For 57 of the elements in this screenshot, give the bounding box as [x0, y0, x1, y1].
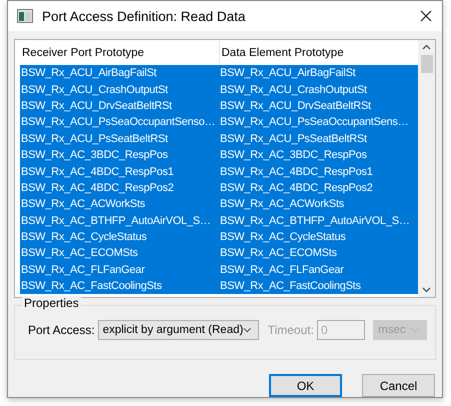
table-cell-text: BSW_Rx_ACU_DrvSeatBeltRSt	[20, 100, 173, 112]
table-cell-text: BSW_Rx_ACU_AirBagFailSt	[219, 67, 357, 80]
chevron-down-icon	[243, 327, 252, 333]
table-row[interactable]: BSW_Rx_AC_FLFanGear BSW_Rx_AC_FLFanGear	[20, 262, 418, 278]
port-access-dropdown[interactable]: explicit by argument (Read)	[98, 320, 259, 340]
table-row[interactable]: BSW_Rx_ACU_CrashOutputSt BSW_Rx_ACU_CrashOutputSt	[20, 81, 418, 98]
table-row[interactable]: BSW_Rx_ACU_DrvSeatBeltRSt BSW_Rx_ACU_DrvSeatBeltRSt	[20, 98, 418, 114]
table-cell-text: BSW_Rx_ACU_PsSeatBeltRSt	[219, 132, 368, 145]
table-row[interactable]: BSW_Rx_ACU_AirBagFailSt BSW_Rx_ACU_AirBagFailSt	[20, 65, 418, 82]
scroll-thumb[interactable]	[420, 55, 432, 73]
table-row[interactable]: BSW_Rx_AC_CycleStatus BSW_Rx_AC_CycleStatus	[20, 228, 418, 246]
window-title: Port Access Definition: Read Data	[42, 8, 246, 24]
scroll-down-icon[interactable]	[422, 287, 431, 293]
table-cell-text: BSW_Rx_AC_FastCoolingSts	[219, 280, 362, 292]
table-cell-text: BSW_Rx_AC_3BDC_RespPos	[219, 149, 368, 162]
table-cell-text: BSW_Rx_AC_4BDC_RespPos2	[20, 182, 175, 194]
table-cell-text: BSW_Rx_AC_BTHFP_AutoAirVOL_S…	[20, 214, 212, 227]
table-cell-text: BSW_Rx_AC_BTHFP_AutoAirVOL_S…	[219, 214, 411, 227]
table-cell-text: BSW_Rx_AC_CycleStatus	[219, 231, 347, 244]
table-row[interactable]: BSW_Rx_AC_BTHFP_AutoAirVOL_S… BSW_Rx_AC_BTHFP_AutoAirVOL_S…	[20, 212, 418, 229]
table-cell-text: BSW_Rx_AC_ECOMSts	[20, 247, 139, 260]
table-cell-text: BSW_Rx_AC_4BDC_RespPos1	[219, 166, 374, 178]
table-cell-text: BSW_Rx_AC_ACWorkSts	[20, 198, 146, 210]
table-row[interactable]: BSW_Rx_AC_3BDC_RespPos BSW_Rx_AC_3BDC_RespPos	[20, 146, 418, 164]
table-cell-text: BSW_Rx_AC_3BDC_RespPos	[20, 149, 169, 162]
table-row[interactable]: BSW_Rx_AC_4BDC_RespPos2 BSW_Rx_AC_4BDC_RespPos2	[20, 180, 418, 196]
table-row[interactable]: BSW_Rx_ACU_PsSeatBeltRSt BSW_Rx_ACU_PsSeatBeltRSt	[20, 130, 418, 147]
table-cell-text: BSW_Rx_ACU_PsSeaOccupantSenso…	[20, 116, 216, 128]
table-cell-text: BSW_Rx_ACU_PsSeaOccupantSens…	[219, 116, 410, 128]
group-title: Properties	[22, 296, 81, 310]
dialog-button[interactable]: OK	[269, 374, 342, 397]
table-cell-text: BSW_Rx_AC_CycleStatus	[20, 231, 148, 244]
port-access-label: Port Access:	[28, 323, 95, 337]
table-row[interactable]: BSW_Rx_AC_ECOMSts BSW_Rx_AC_ECOMSts	[20, 245, 418, 262]
table-row[interactable]: BSW_Rx_AC_4BDC_RespPos1 BSW_Rx_AC_4BDC_RespPos1	[20, 163, 418, 180]
table-cell-text: BSW_Rx_AC_4BDC_RespPos1	[20, 166, 175, 178]
scroll-up-icon[interactable]	[422, 44, 431, 50]
scrollbar[interactable]	[418, 40, 435, 297]
table-cell-text: BSW_Rx_ACU_CrashOutputSt	[20, 84, 169, 96]
column-header[interactable]: Receiver Port Prototype	[20, 40, 218, 65]
table-cell-text: BSW_Rx_ACU_AirBagFailSt	[20, 67, 158, 80]
timeout-label: Timeout:	[268, 323, 314, 337]
table-cell-text: BSW_Rx_ACU_CrashOutputSt	[219, 84, 368, 96]
table-cell-text: BSW_Rx_AC_FLFanGear	[219, 264, 345, 276]
window-icon	[17, 9, 33, 23]
dialog-button[interactable]: Cancel	[362, 374, 435, 397]
table-cell-text: BSW_Rx_ACU_PsSeatBeltRSt	[20, 132, 169, 145]
table-cell-text: BSW_Rx_ACU_DrvSeatBeltRSt	[219, 100, 372, 112]
table-cell-text: BSW_Rx_AC_ACWorkSts	[219, 198, 346, 210]
close-icon[interactable]	[420, 10, 432, 22]
table-row[interactable]: BSW_Rx_AC_ACWorkSts BSW_Rx_AC_ACWorkSts	[20, 196, 418, 213]
table-cell-text: BSW_Rx_AC_FLFanGear	[20, 264, 146, 276]
table-cell-text: BSW_Rx_AC_ECOMSts	[219, 247, 338, 260]
table-row[interactable]: BSW_Rx_ACU_PsSeaOccupantSenso… BSW_Rx_ACU_PsSeaOccupantSens…	[20, 114, 418, 131]
table-cell-text: BSW_Rx_AC_FastCoolingSts	[20, 280, 163, 292]
table-row[interactable]: BSW_Rx_AC_FastCoolingSts BSW_Rx_AC_FastCoolingSts	[20, 278, 418, 294]
table-cell-text: BSW_Rx_AC_4BDC_RespPos2	[219, 182, 374, 194]
